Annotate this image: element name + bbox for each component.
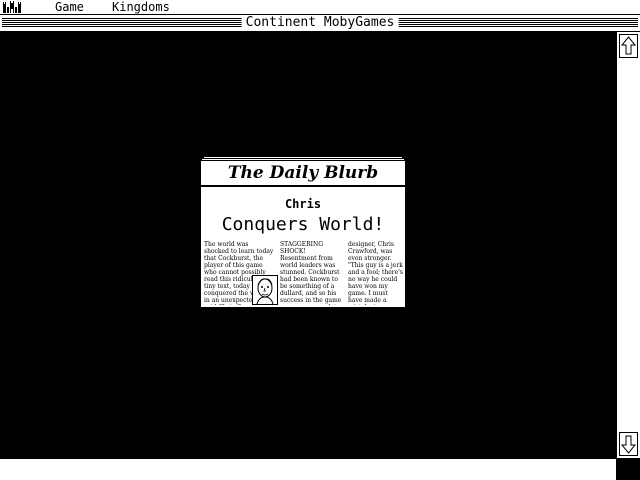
masthead-divider bbox=[201, 185, 405, 187]
vertical-scrollbar[interactable] bbox=[616, 32, 640, 458]
bottom-status-strip bbox=[0, 458, 616, 480]
headline-player-name: Chris bbox=[284, 197, 322, 211]
window-title: Continent MobyGames bbox=[241, 15, 399, 31]
face-portrait-icon bbox=[252, 275, 278, 305]
scroll-down-button[interactable] bbox=[619, 432, 638, 456]
article-column-2: STAGGERING SHOCK! Resentment from world … bbox=[280, 241, 342, 305]
newspaper-front-page: The Daily Blurb Chris Conquers World! Th… bbox=[200, 160, 406, 308]
arrow-up-icon bbox=[620, 36, 637, 55]
castle-icon[interactable] bbox=[2, 1, 32, 13]
menu-game[interactable]: Game bbox=[55, 0, 84, 14]
article-column-3: designer, Chris Crawford, was even stron… bbox=[348, 241, 403, 305]
arrow-down-icon bbox=[620, 435, 637, 454]
scroll-up-button[interactable] bbox=[619, 34, 638, 58]
window-title-bar[interactable]: Continent MobyGames bbox=[0, 15, 640, 32]
menu-bar: Game Kingdoms bbox=[0, 0, 640, 15]
window-size-box[interactable] bbox=[616, 458, 640, 480]
newspaper: The Daily Blurb Chris Conquers World! Th… bbox=[200, 156, 406, 308]
game-screen: Game Kingdoms Continent MobyGames The Da… bbox=[0, 0, 640, 480]
newspaper-masthead: The Daily Blurb bbox=[227, 163, 379, 183]
headline-main: Conquers World! bbox=[221, 214, 385, 235]
scroll-track[interactable] bbox=[619, 60, 638, 426]
menu-kingdoms[interactable]: Kingdoms bbox=[112, 0, 170, 14]
